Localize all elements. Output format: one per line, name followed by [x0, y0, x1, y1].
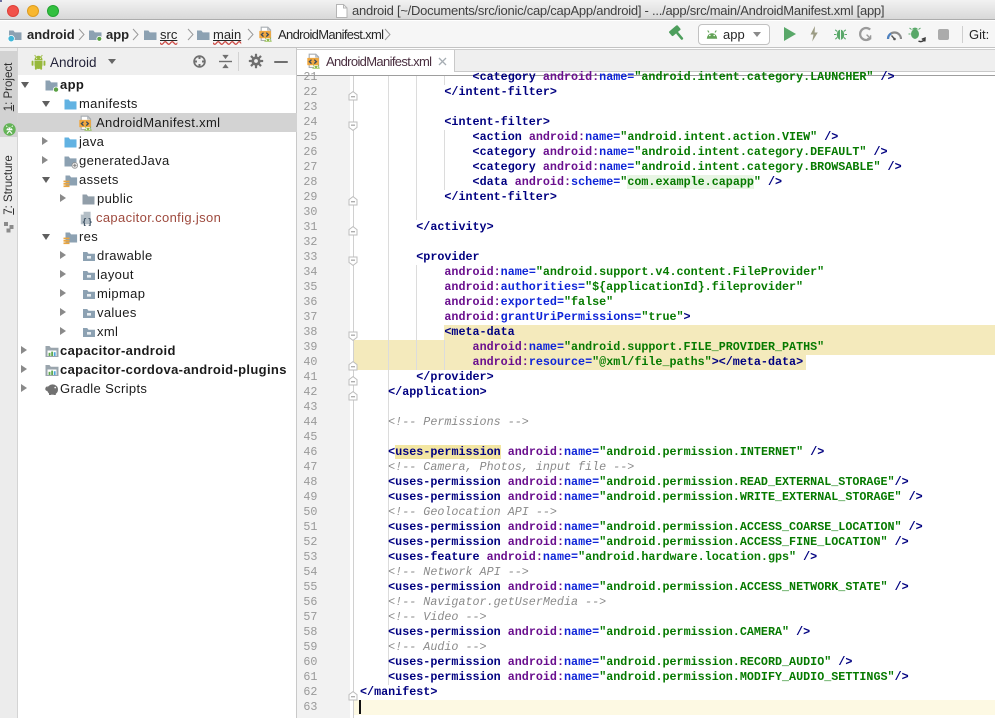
svg-text:{ }: { } — [83, 216, 93, 226]
